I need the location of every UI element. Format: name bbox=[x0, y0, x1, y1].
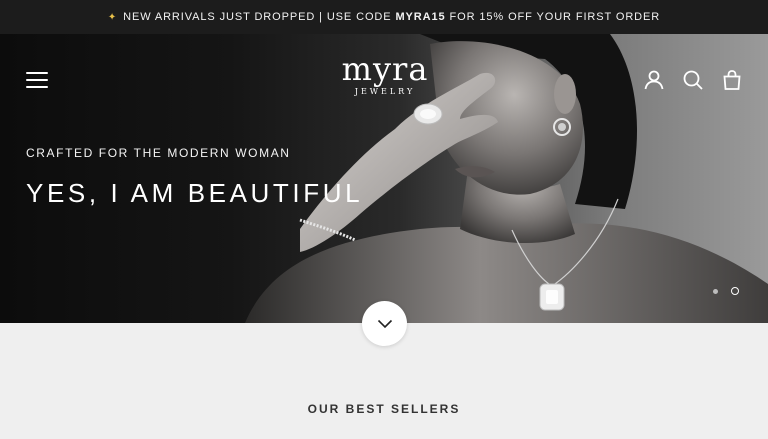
bag-icon[interactable] bbox=[720, 68, 744, 92]
scroll-down-button[interactable] bbox=[362, 301, 407, 346]
announcement-text: NEW ARRIVALS JUST DROPPED | USE CODE bbox=[123, 11, 392, 23]
hero-eyebrow: CRAFTED FOR THE MODERN WOMAN bbox=[26, 146, 291, 160]
hero-banner: myra JEWELRY CRAFTED FOR THE MODERN WOMA… bbox=[0, 34, 768, 323]
announcement-text-end: FOR 15% OFF YOUR FIRST ORDER bbox=[449, 11, 661, 23]
announcement-bar: ✦ NEW ARRIVALS JUST DROPPED | USE CODE M… bbox=[0, 0, 768, 34]
sparkle-icon: ✦ bbox=[107, 11, 118, 23]
search-icon[interactable] bbox=[681, 68, 705, 92]
hero-headline: YES, I AM BEAUTIFUL bbox=[26, 178, 364, 208]
logo[interactable]: myra JEWELRY bbox=[326, 52, 444, 100]
promo-code: MYRA15 bbox=[395, 11, 446, 23]
logo-wordmark: myra bbox=[341, 50, 429, 88]
best-sellers-title: OUR BEST SELLERS bbox=[307, 402, 461, 416]
chevron-down-icon bbox=[377, 319, 392, 328]
logo-subtitle: JEWELRY bbox=[354, 87, 416, 96]
menu-icon[interactable] bbox=[26, 72, 48, 88]
slide-dot-1[interactable] bbox=[713, 288, 718, 294]
account-icon[interactable] bbox=[642, 68, 666, 92]
slide-dot-2[interactable] bbox=[731, 287, 739, 295]
slider-dots bbox=[713, 287, 739, 295]
